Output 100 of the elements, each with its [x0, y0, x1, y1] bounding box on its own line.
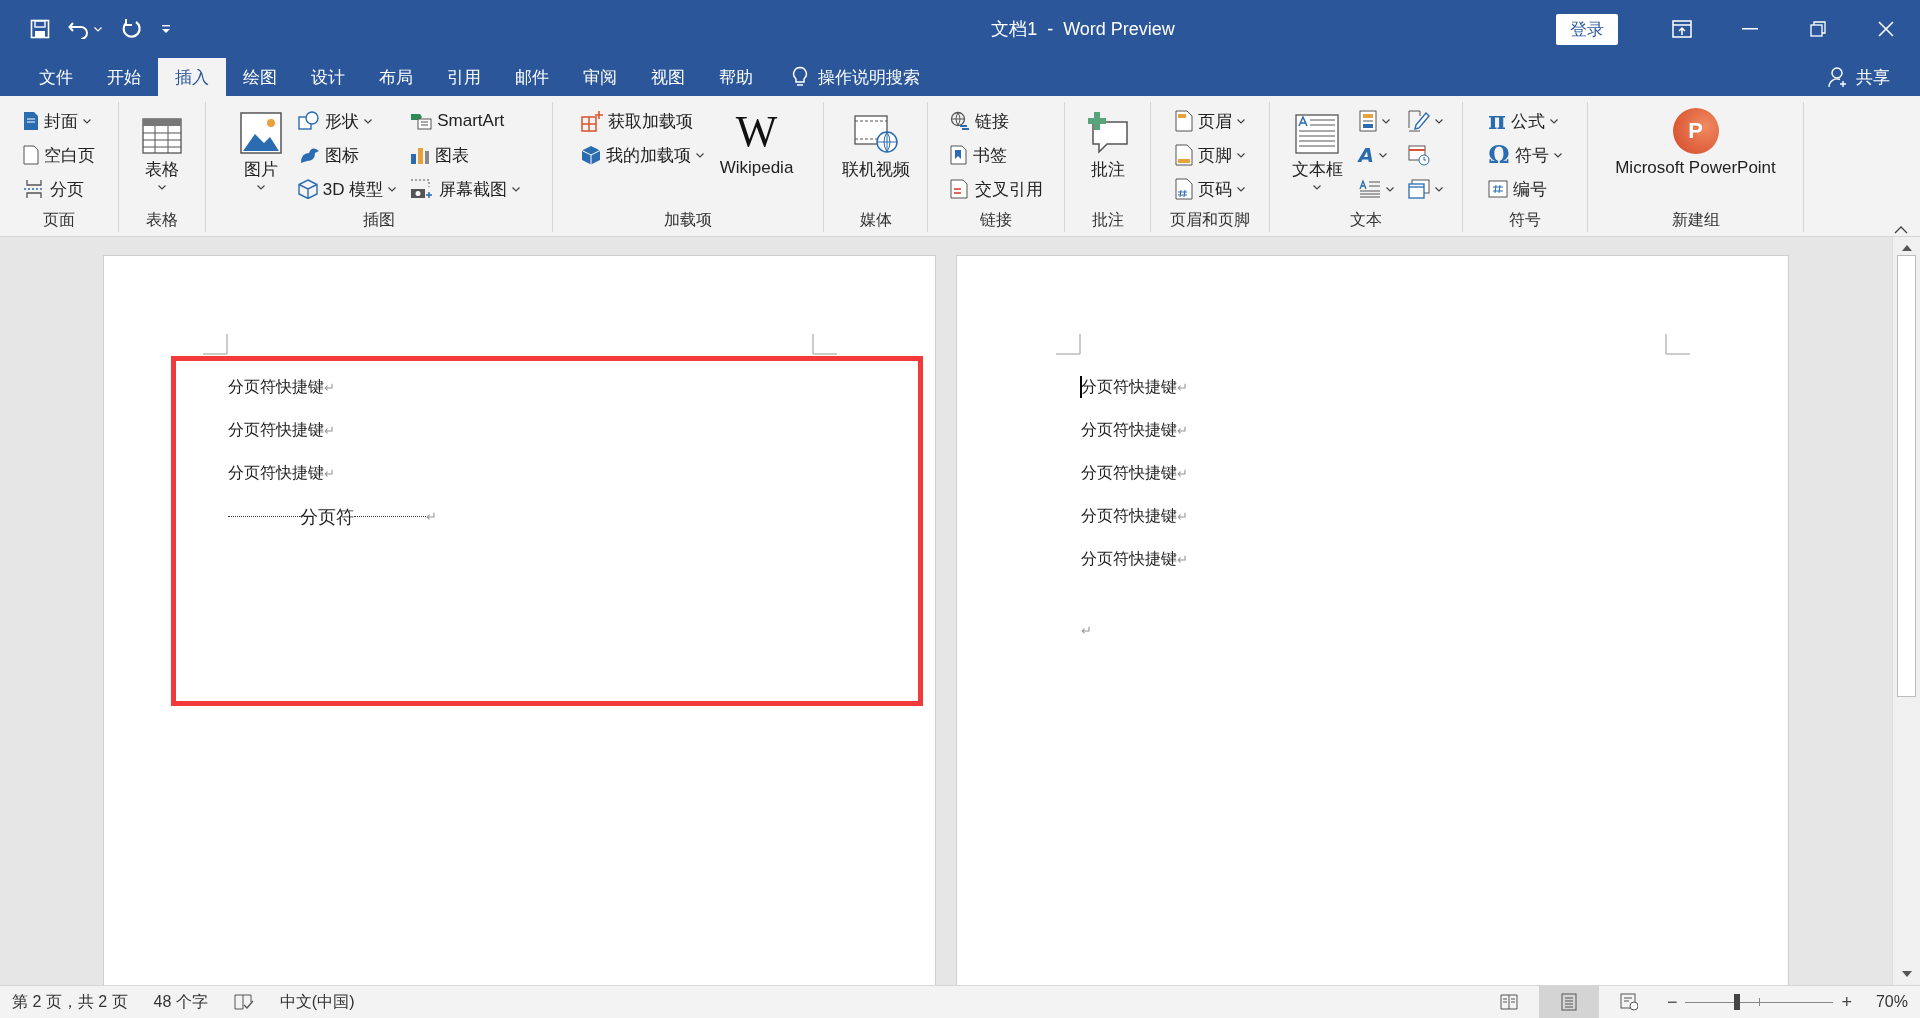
save-icon[interactable] — [30, 19, 50, 39]
wikipedia-logo: W — [735, 110, 778, 154]
paragraph-text: 分页符快捷键 — [228, 420, 324, 440]
symbol-icon: π — [1488, 110, 1506, 132]
ribbon-button[interactable]: 3D 模型 — [293, 172, 401, 206]
paragraph-mark: ↵ — [1177, 509, 1188, 524]
ribbon-button[interactable]: W Wikipedia — [713, 102, 800, 178]
ribbon-button[interactable]: 图片 — [233, 102, 288, 190]
ribbon-tab[interactable]: 开始 — [90, 58, 158, 96]
zoom-out-button[interactable]: − — [1658, 991, 1686, 1013]
ribbon-display-icon — [1672, 20, 1692, 38]
ribbon-tab[interactable]: 插入 — [158, 58, 226, 96]
ribbon-tab[interactable]: 布局 — [362, 58, 430, 96]
redo-icon[interactable] — [120, 18, 142, 40]
ribbon-button[interactable]: 屏幕截图 — [406, 172, 525, 206]
ribbon-button[interactable]: 编号 — [1484, 172, 1566, 206]
paragraph-mark: ↵ — [1177, 423, 1188, 438]
window-title: 文档1 - Word Preview — [991, 19, 1175, 39]
ribbon-button[interactable]: 页码 — [1171, 172, 1249, 206]
ribbon-button[interactable]: 形状 — [293, 104, 401, 138]
ribbon-button[interactable]: 空白页 — [19, 138, 99, 172]
ribbon-button[interactable]: 图标 — [293, 138, 401, 172]
ribbon-button[interactable]: 文本框 — [1285, 102, 1349, 190]
collapse-ribbon-icon[interactable] — [1894, 226, 1908, 234]
paragraph-text: 分页符快捷键 — [228, 377, 324, 397]
zoom-slider-thumb[interactable] — [1733, 994, 1740, 1010]
footer-icon — [1175, 144, 1193, 166]
camera-icon — [410, 179, 435, 199]
customize-icon[interactable] — [160, 24, 172, 34]
ribbon-button[interactable]: 封面 — [19, 104, 99, 138]
scroll-down-icon[interactable] — [1901, 971, 1912, 977]
group-label: 链接 — [979, 210, 1013, 230]
vertical-scrollbar[interactable] — [1892, 237, 1920, 985]
ribbon-button[interactable]: 页脚 — [1171, 138, 1249, 172]
margin-corner-mark — [812, 334, 837, 355]
ribbon-button[interactable]: P Microsoft PowerPoint — [1609, 102, 1782, 178]
scroll-up-icon[interactable] — [1901, 245, 1912, 251]
cross-reference-icon — [949, 179, 970, 199]
paragraph-mark: ↵ — [1177, 466, 1188, 481]
group-label: 表格 — [145, 210, 179, 230]
grid-plus-icon — [580, 110, 603, 132]
bookmark-icon — [949, 145, 968, 165]
person-add-icon — [1828, 66, 1848, 88]
ribbon-tab[interactable]: 绘图 — [226, 58, 294, 96]
scrollbar-thumb[interactable] — [1897, 255, 1916, 697]
group-label: 文本 — [1349, 210, 1383, 230]
ribbon-tab[interactable]: 设计 — [294, 58, 362, 96]
ribbon-tab[interactable]: 审阅 — [566, 58, 634, 96]
cube-icon — [297, 179, 318, 199]
zoom-level[interactable]: 70% — [1859, 993, 1920, 1011]
ribbon-tab[interactable]: 帮助 — [702, 58, 770, 96]
print-layout-icon — [1559, 993, 1578, 1011]
ribbon-tab[interactable]: 文件 — [22, 58, 90, 96]
close-icon — [1878, 21, 1894, 37]
ribbon-button[interactable]: 批注 — [1080, 102, 1135, 181]
ribbon-button[interactable]: 表格 — [136, 102, 188, 190]
page-break-icon — [23, 179, 45, 199]
paragraph-mark: ↵ — [426, 509, 437, 524]
restore-icon — [1810, 21, 1826, 37]
symbol-icon: Ω — [1488, 144, 1510, 166]
bar-chart-icon — [410, 145, 431, 165]
ribbon-button[interactable]: A — [1354, 138, 1398, 172]
comment-icon — [1086, 110, 1129, 154]
share-button[interactable]: 共享 — [1856, 65, 1890, 89]
lightbulb-icon — [792, 66, 808, 88]
signature-icon — [1407, 110, 1430, 132]
margin-corner-mark — [203, 334, 228, 355]
ribbon-button[interactable]: 书签 — [945, 138, 1047, 172]
sign-in-button[interactable]: 登录 — [1556, 13, 1618, 45]
ribbon-button[interactable]: 分页 — [19, 172, 99, 206]
paragraph-mark: ↵ — [1081, 623, 1092, 638]
paragraph-text: 分页符快捷键 — [1081, 420, 1177, 440]
ribbon-button[interactable]: 链接 — [945, 104, 1047, 138]
cube-icon — [580, 145, 601, 165]
paragraph-text: 分页符快捷键 — [1081, 463, 1177, 483]
ribbon-button[interactable]: 页眉 — [1171, 104, 1249, 138]
ribbon-button[interactable]: 交叉引用 — [945, 172, 1047, 206]
group-label: 媒体 — [858, 210, 893, 230]
ribbon-button[interactable]: 获取加载项 — [576, 104, 708, 138]
proofing-icon[interactable] — [233, 994, 254, 1010]
ribbon-button[interactable]: Ω 符号 — [1484, 138, 1566, 172]
paragraph-text: 分页符快捷键 — [1081, 506, 1177, 526]
language-indicator[interactable]: 中文(中国) — [279, 991, 355, 1013]
zoom-in-button[interactable]: + — [1833, 991, 1860, 1013]
cover-page-icon — [23, 111, 39, 131]
group-label: 加载项 — [663, 210, 713, 230]
ribbon-tab[interactable]: 视图 — [634, 58, 702, 96]
ribbon-button[interactable]: 图表 — [406, 138, 525, 172]
word-count[interactable]: 48 个字 — [153, 991, 208, 1013]
read-mode-icon — [1499, 993, 1518, 1011]
ribbon-button[interactable]: SmartArt — [406, 104, 525, 138]
group-label: 插图 — [362, 210, 396, 230]
ribbon-button[interactable]: 我的加载项 — [576, 138, 708, 172]
margin-corner-mark — [1665, 334, 1690, 355]
ribbon-tab[interactable]: 邮件 — [498, 58, 566, 96]
ribbon-button[interactable]: 联机视频 — [835, 102, 916, 181]
tell-me-search[interactable]: 操作说明搜索 — [818, 65, 920, 89]
ribbon-button[interactable]: π 公式 — [1484, 104, 1566, 138]
ribbon-tab[interactable]: 引用 — [430, 58, 498, 96]
wordart-icon: A — [1358, 145, 1374, 165]
